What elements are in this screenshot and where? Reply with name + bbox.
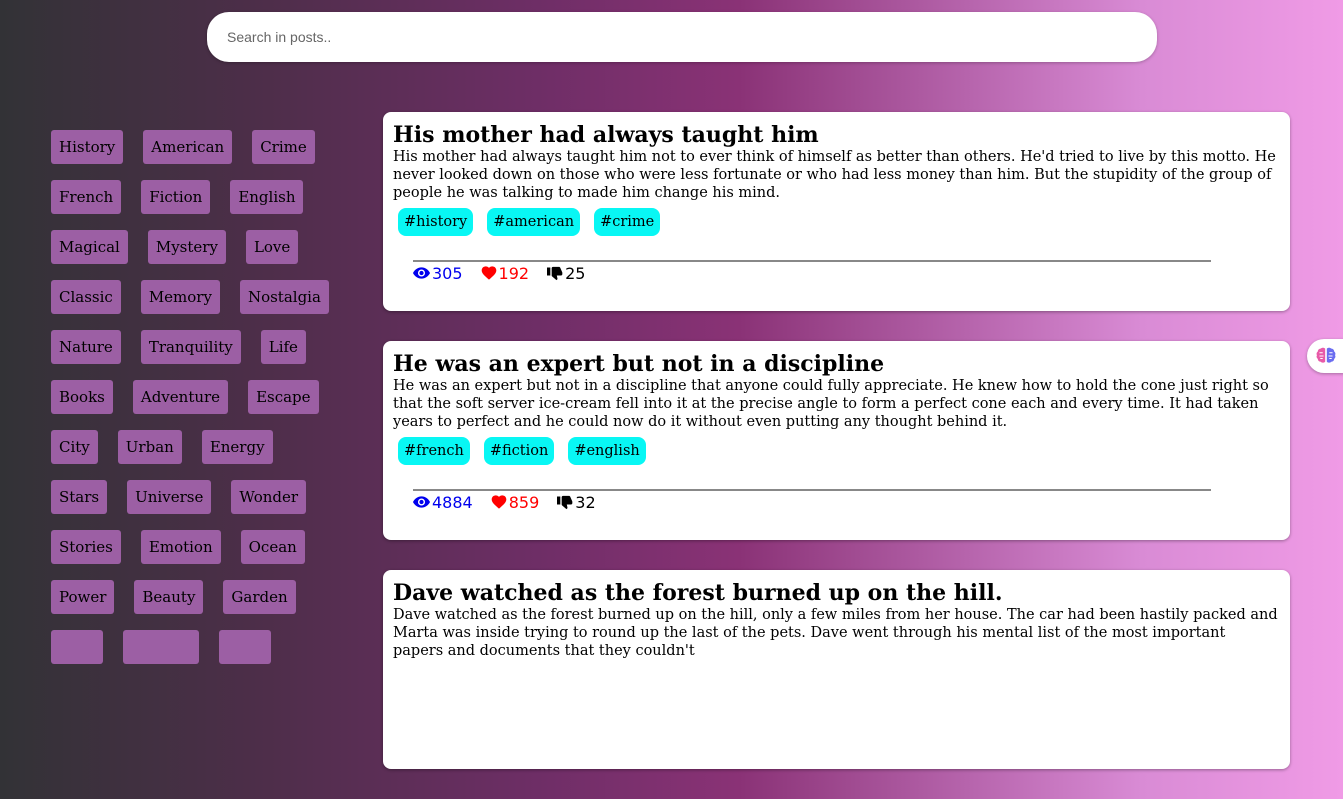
views-count: 4884	[432, 492, 473, 512]
tag-row: Power Beauty Garden	[51, 580, 341, 614]
sidebar-tags: History American Crime French Fiction En…	[51, 130, 341, 680]
post-body: Dave watched as the forest burned up on …	[393, 607, 1278, 659]
tag-city[interactable]: City	[51, 430, 98, 464]
post-tag[interactable]: #english	[568, 437, 646, 465]
tag-french[interactable]: French	[51, 180, 122, 214]
tag-stars[interactable]: Stars	[51, 480, 108, 514]
post-card[interactable]: Dave watched as the forest burned up on …	[383, 570, 1290, 769]
views-stat: 305	[413, 264, 463, 283]
search-input[interactable]	[207, 12, 1147, 62]
post-stats: 4884 859 32	[413, 491, 1280, 513]
dislikes-count: 25	[565, 263, 586, 283]
post-tag[interactable]: #crime	[594, 208, 661, 236]
post-title: He was an expert but not in a discipline	[393, 351, 885, 377]
likes-stat[interactable]: 192	[481, 263, 530, 283]
heart-icon	[491, 495, 507, 509]
tag-nostalgia[interactable]: Nostalgia	[239, 280, 329, 314]
tag-love[interactable]: Love	[245, 230, 299, 264]
tag-wonder[interactable]: Wonder	[231, 480, 307, 514]
post-tag[interactable]: #american	[487, 208, 581, 236]
likes-count: 859	[508, 492, 540, 512]
tag-partial[interactable]	[219, 630, 271, 664]
likes-stat[interactable]: 859	[491, 492, 540, 512]
views-stat: 4884	[413, 493, 473, 512]
post-body: He was an expert but not in a discipline…	[393, 378, 1269, 430]
post-tag[interactable]: #french	[398, 437, 470, 465]
tag-row: Nature Tranquility Life	[51, 330, 341, 364]
tag-ocean[interactable]: Ocean	[240, 530, 305, 564]
tag-tranquility[interactable]: Tranquility	[140, 330, 241, 364]
post-tags: #history #american #crime	[398, 208, 1280, 236]
post-body: His mother had always taught him not to …	[393, 149, 1276, 201]
tag-row: Classic Memory Nostalgia	[51, 280, 341, 314]
tag-adventure[interactable]: Adventure	[132, 380, 229, 414]
tag-urban[interactable]: Urban	[117, 430, 182, 464]
tag-row: Magical Mystery Love	[51, 230, 341, 264]
post-title: Dave watched as the forest burned up on …	[393, 580, 1003, 606]
tag-beauty[interactable]: Beauty	[134, 580, 204, 614]
eye-icon	[413, 267, 430, 279]
tag-row: History American Crime	[51, 130, 341, 164]
post-stats: 305 192 25	[413, 262, 1280, 284]
tag-universe[interactable]: Universe	[127, 480, 212, 514]
tag-row	[51, 630, 341, 664]
post-card[interactable]: He was an expert but not in a discipline…	[383, 341, 1290, 540]
tag-stories[interactable]: Stories	[51, 530, 121, 564]
tag-partial[interactable]	[123, 630, 199, 664]
tag-nature[interactable]: Nature	[51, 330, 121, 364]
thumbs-down-icon	[557, 495, 573, 509]
tag-emotion[interactable]: Emotion	[140, 530, 221, 564]
search-bar[interactable]	[207, 12, 1157, 62]
brain-icon	[1316, 347, 1336, 363]
post-tag[interactable]: #history	[398, 208, 474, 236]
tag-mystery[interactable]: Mystery	[147, 230, 226, 264]
tag-american[interactable]: American	[143, 130, 233, 164]
tag-partial[interactable]	[51, 630, 103, 664]
tag-books[interactable]: Books	[51, 380, 113, 414]
tag-classic[interactable]: Classic	[51, 280, 121, 314]
tag-row: Books Adventure Escape	[51, 380, 341, 414]
tag-garden[interactable]: Garden	[223, 580, 296, 614]
tag-history[interactable]: History	[51, 130, 124, 164]
heart-icon	[481, 266, 496, 280]
tag-row: Stories Emotion Ocean	[51, 530, 341, 564]
thumbs-down-icon	[547, 266, 563, 280]
posts-list: His mother had always taught him His mot…	[383, 112, 1290, 799]
post-title: His mother had always taught him	[393, 122, 819, 148]
post-tags: #french #fiction #english	[398, 437, 1280, 465]
likes-count: 192	[498, 263, 530, 283]
tag-energy[interactable]: Energy	[201, 430, 273, 464]
post-card[interactable]: His mother had always taught him His mot…	[383, 112, 1290, 311]
tag-memory[interactable]: Memory	[140, 280, 220, 314]
dislikes-count: 32	[575, 492, 596, 512]
tag-magical[interactable]: Magical	[51, 230, 128, 264]
tag-crime[interactable]: Crime	[252, 130, 315, 164]
eye-icon	[413, 496, 430, 508]
post-tag[interactable]: #fiction	[483, 437, 555, 465]
views-count: 305	[432, 263, 463, 283]
tag-row: Stars Universe Wonder	[51, 480, 341, 514]
tag-escape[interactable]: Escape	[248, 380, 319, 414]
tag-life[interactable]: Life	[260, 330, 306, 364]
tag-row: French Fiction English	[51, 180, 341, 214]
tag-english[interactable]: English	[230, 180, 304, 214]
dislikes-stat[interactable]: 32	[557, 492, 596, 512]
dislikes-stat[interactable]: 25	[547, 264, 585, 283]
tag-fiction[interactable]: Fiction	[141, 180, 211, 214]
tag-power[interactable]: Power	[51, 580, 115, 614]
brain-extension-button[interactable]	[1307, 339, 1343, 373]
tag-row: City Urban Energy	[51, 430, 341, 464]
